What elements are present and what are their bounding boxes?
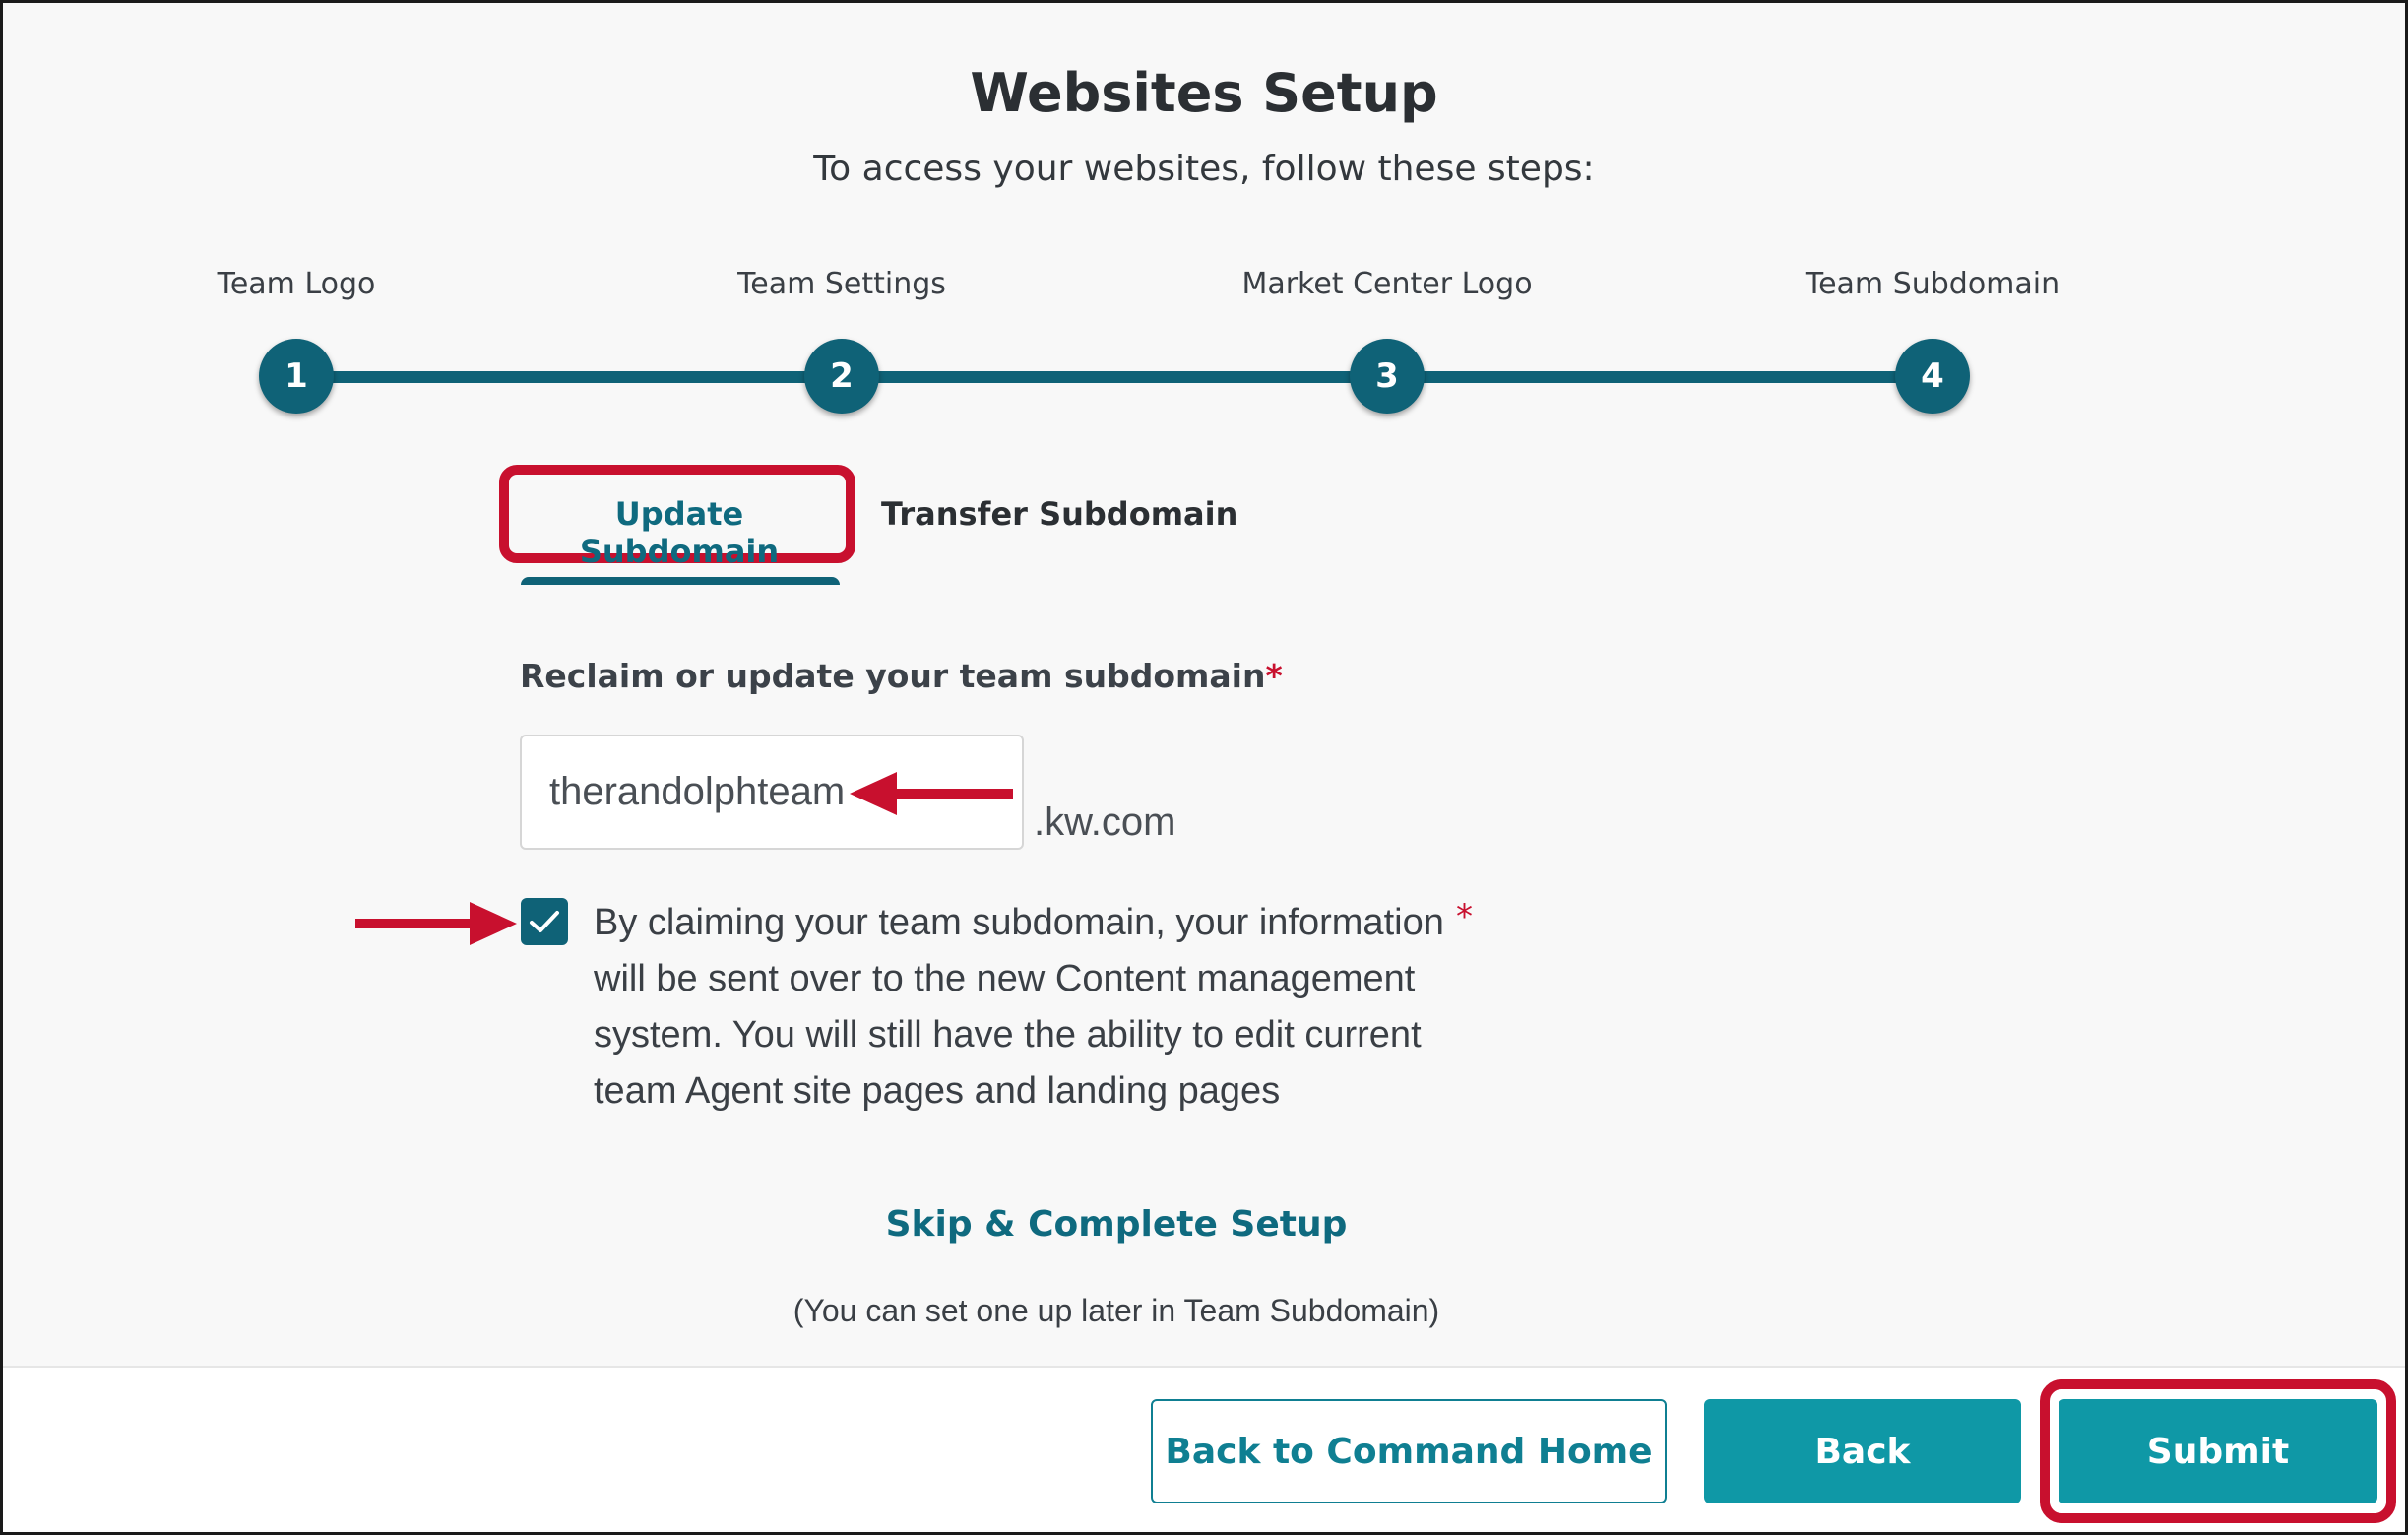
- step-label-team-subdomain: Team Subdomain: [1805, 267, 2060, 301]
- required-asterisk: *: [1265, 657, 1283, 695]
- tab-update-subdomain[interactable]: Update Subdomain: [517, 495, 842, 570]
- tab-transfer-subdomain[interactable]: Transfer Subdomain: [881, 495, 1237, 533]
- step-label-team-settings: Team Settings: [737, 267, 946, 301]
- stepper-track-1-2: [296, 371, 842, 383]
- consent-required-asterisk: *: [1456, 897, 1473, 936]
- subdomain-field-label: Reclaim or update your team subdomain*: [520, 657, 1283, 695]
- step-label-team-logo: Team Logo: [217, 267, 376, 301]
- setup-window: Websites Setup To access your websites, …: [0, 0, 2408, 1535]
- checkmark-icon: [530, 911, 559, 932]
- step-2-circle[interactable]: 2: [804, 339, 879, 414]
- step-1-circle[interactable]: 1: [259, 339, 334, 414]
- annotation-arrow-left-icon: [850, 772, 1013, 815]
- page-title: Websites Setup: [970, 62, 1438, 124]
- annotation-highlight-submit: [2040, 1379, 2396, 1523]
- active-tab-indicator: [521, 577, 840, 585]
- page-subtitle: To access your websites, follow these st…: [813, 149, 1595, 189]
- annotation-arrow-right-icon: [355, 902, 517, 945]
- subdomain-label-text: Reclaim or update your team subdomain: [520, 657, 1266, 695]
- stepper-track-2-3: [842, 371, 1387, 383]
- domain-suffix: .kw.com: [1034, 800, 1176, 844]
- back-button[interactable]: Back: [1704, 1399, 2021, 1503]
- consent-text: By claiming your team subdomain, your in…: [594, 902, 1444, 1112]
- consent-checkbox[interactable]: [521, 898, 568, 945]
- skip-note: (You can set one up later in Team Subdom…: [792, 1293, 1440, 1328]
- step-4-circle[interactable]: 4: [1895, 339, 1970, 414]
- skip-complete-setup-link[interactable]: Skip & Complete Setup: [3, 1204, 2230, 1245]
- step-label-market-center-logo: Market Center Logo: [1241, 267, 1533, 301]
- back-to-command-home-button[interactable]: Back to Command Home: [1151, 1399, 1667, 1503]
- step-3-circle[interactable]: 3: [1350, 339, 1425, 414]
- stepper-track-3-4: [1387, 371, 1933, 383]
